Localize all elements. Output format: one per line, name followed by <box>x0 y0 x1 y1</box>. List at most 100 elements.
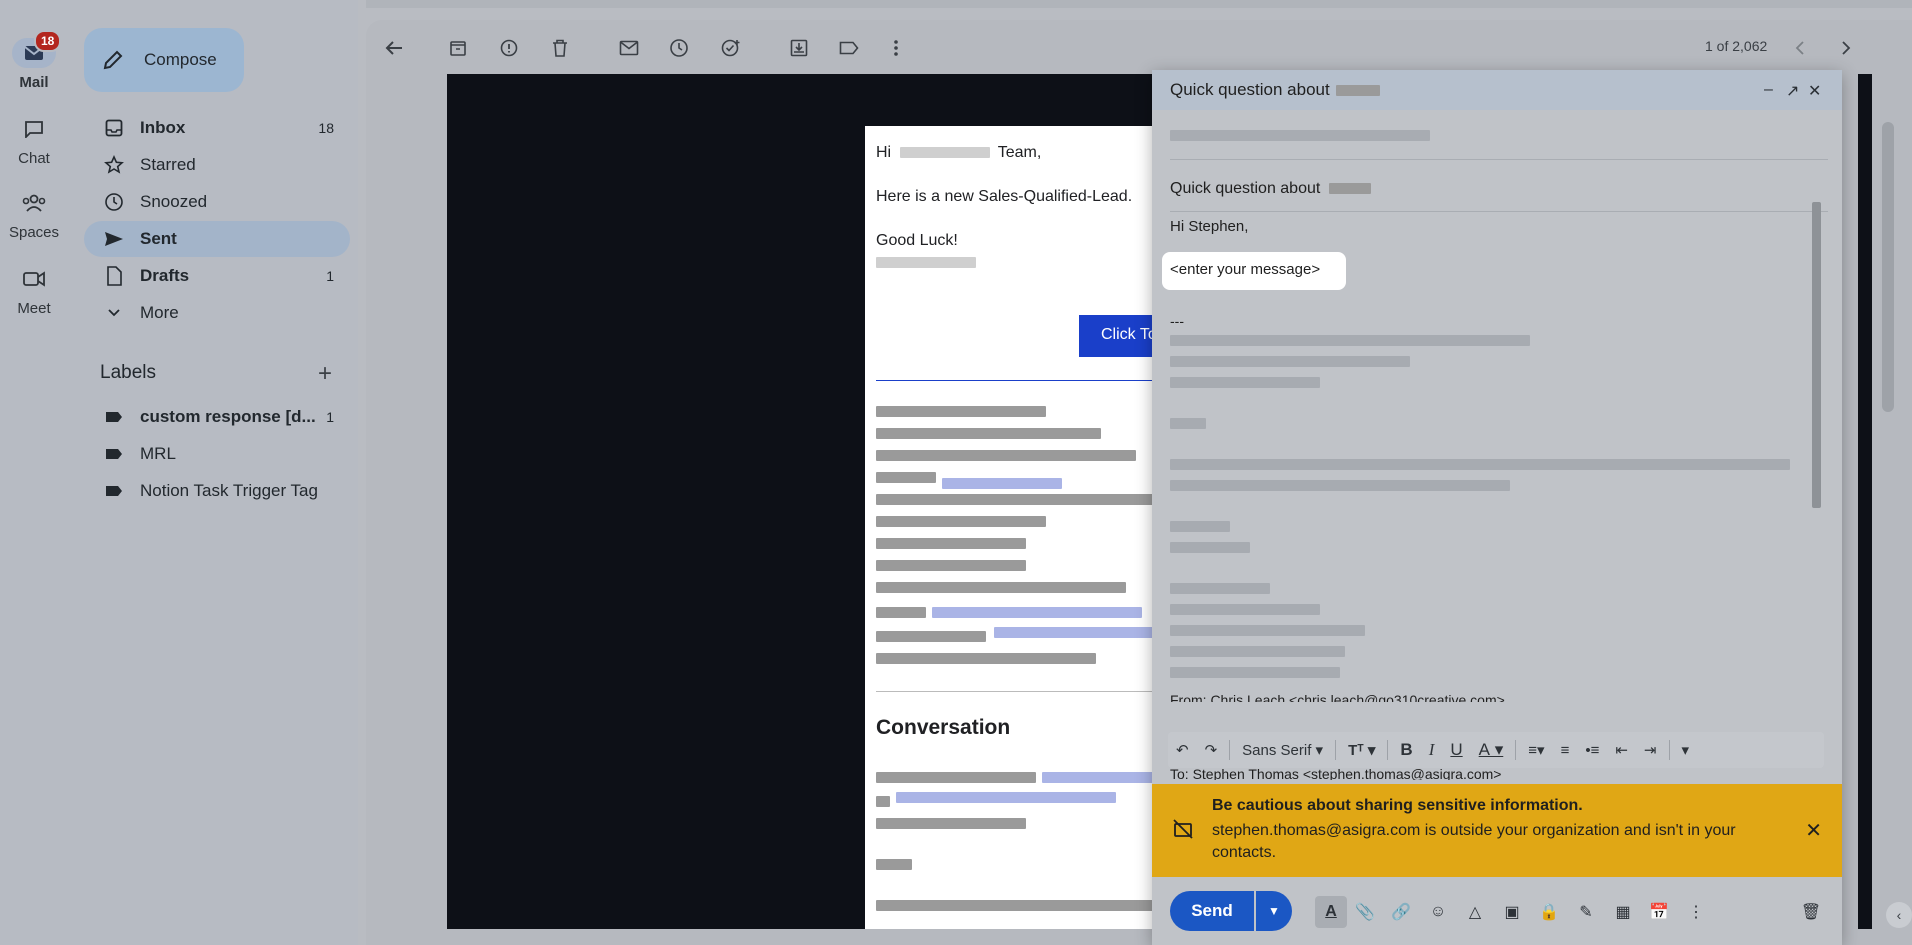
align-icon[interactable]: ≡▾ <box>1528 741 1544 759</box>
compose-window: Quick question about – ↗ ✕ Quick questio… <box>1152 70 1842 945</box>
minimize-icon[interactable]: – <box>1764 81 1773 99</box>
chat-icon <box>12 114 56 144</box>
sidebar-item-count: 1 <box>326 268 334 284</box>
dismiss-warning-icon[interactable]: ✕ <box>1805 818 1822 843</box>
schedule-icon[interactable]: 📅 <box>1646 899 1672 925</box>
message-placeholder[interactable]: <enter your message> <box>1162 252 1346 290</box>
label-name: Notion Task Trigger Tag <box>140 481 318 500</box>
sidebar-item-drafts[interactable]: Drafts 1 <box>84 258 350 294</box>
sidebar-item-label: More <box>140 303 179 322</box>
send-button[interactable]: Send <box>1170 891 1254 931</box>
text-size-icon[interactable]: Tᵀ ▾ <box>1348 741 1375 759</box>
recipients-field[interactable] <box>1170 122 1828 160</box>
discard-draft-icon[interactable]: 🗑 <box>1798 899 1824 925</box>
label-item[interactable]: custom response [d... 1 <box>84 399 350 435</box>
compose-button[interactable]: Compose <box>84 28 244 92</box>
mail-icon: 18 <box>12 30 62 68</box>
more-options-icon[interactable]: ⋮ <box>1683 899 1709 925</box>
labels-heading: Labels <box>100 362 156 383</box>
attach-file-icon[interactable]: 📎 <box>1352 899 1378 925</box>
send-options-icon[interactable]: ▼ <box>1256 891 1292 931</box>
more-formatting-icon[interactable]: ▾ <box>1682 741 1690 759</box>
move-to-icon[interactable] <box>785 34 813 62</box>
divider <box>876 691 1165 692</box>
prev-page-icon[interactable] <box>1786 34 1814 62</box>
dark-edge <box>1858 74 1872 929</box>
layouts-icon[interactable]: ▦ <box>1610 899 1636 925</box>
indent-less-icon[interactable]: ⇤ <box>1615 741 1628 759</box>
next-page-icon[interactable] <box>1832 34 1860 62</box>
add-label-icon[interactable]: + <box>318 360 332 388</box>
label-item[interactable]: Notion Task Trigger Tag <box>84 473 350 509</box>
formatting-options-icon[interactable]: A <box>1315 896 1347 928</box>
no-share-icon <box>1172 818 1194 845</box>
send-icon <box>102 231 126 247</box>
sidebar-item-snoozed[interactable]: Snoozed <box>84 184 350 220</box>
body-separator: --- <box>1170 313 1184 329</box>
indent-more-icon[interactable]: ⇥ <box>1644 741 1657 759</box>
label-icon <box>102 485 126 497</box>
redacted-text <box>1328 183 1371 195</box>
formatting-toolbar: ↶ ↷ Sans Serif ▾ Tᵀ ▾ B I U A ▾ ≡▾ ≡ •≡ … <box>1168 732 1824 768</box>
sidebar-item-starred[interactable]: Starred <box>84 147 350 183</box>
subject-field[interactable]: Quick question about <box>1170 168 1828 212</box>
redo-icon[interactable]: ↷ <box>1205 741 1218 759</box>
compose-scrollbar[interactable] <box>1812 202 1821 508</box>
underline-icon[interactable]: U <box>1450 740 1462 760</box>
quoted-to-line: To: Stephen Thomas <stephen.thomas@asigr… <box>1170 766 1502 780</box>
sidebar-item-more[interactable]: More <box>84 295 350 331</box>
insert-photo-icon[interactable]: ▣ <box>1499 899 1525 925</box>
snooze-icon[interactable] <box>665 34 693 62</box>
add-task-icon[interactable] <box>717 34 745 62</box>
app-rail: 18 Mail Chat Spaces Meet <box>0 0 68 945</box>
insert-link-icon[interactable]: 🔗 <box>1388 899 1414 925</box>
redacted-text <box>1335 84 1380 96</box>
emoji-icon[interactable]: ☺ <box>1425 899 1451 925</box>
warning-title: Be cautious about sharing sensitive info… <box>1212 797 1583 814</box>
send-toolbar: Send ▼ A 📎 🔗 ☺ △ ▣ 🔒 ✎ ▦ 📅 ⋮ 🗑 <box>1152 877 1842 945</box>
sidebar-item-label: Starred <box>140 155 196 174</box>
report-spam-icon[interactable] <box>495 34 523 62</box>
sidebar-item-label: Snoozed <box>140 192 208 211</box>
expand-icon[interactable]: ↗ <box>1786 81 1799 101</box>
confidential-mode-icon[interactable]: 🔒 <box>1536 899 1562 925</box>
font-select[interactable]: Sans Serif ▾ <box>1242 741 1323 760</box>
page-scrollbar[interactable] <box>1882 122 1894 412</box>
bold-icon[interactable]: B <box>1400 740 1412 760</box>
delete-icon[interactable] <box>546 34 574 62</box>
mark-unread-icon[interactable] <box>615 34 643 62</box>
rail-meet-label: Meet <box>17 300 51 317</box>
external-recipient-warning: Be cautious about sharing sensitive info… <box>1152 784 1842 877</box>
redacted-block <box>876 769 1165 911</box>
pagination-info: 1 of 2,062 <box>1705 38 1768 54</box>
compose-header[interactable]: Quick question about – ↗ ✕ <box>1152 70 1842 110</box>
sidebar-item-label: Inbox <box>140 118 186 137</box>
italic-icon[interactable]: I <box>1429 740 1435 760</box>
more-vert-icon[interactable] <box>882 34 910 62</box>
label-as-icon[interactable] <box>835 34 863 62</box>
rail-chat[interactable]: Chat <box>0 114 68 167</box>
star-icon <box>102 155 126 175</box>
rail-meet[interactable]: Meet <box>0 264 68 317</box>
rail-mail[interactable]: 18 Mail <box>0 30 68 91</box>
back-arrow-icon[interactable] <box>380 34 408 62</box>
close-icon[interactable]: ✕ <box>1808 81 1821 101</box>
text-color-icon[interactable]: A ▾ <box>1479 740 1504 760</box>
archive-icon[interactable] <box>444 34 472 62</box>
undo-icon[interactable]: ↶ <box>1176 741 1189 759</box>
side-panel-toggle-icon[interactable]: ‹ <box>1886 902 1912 928</box>
signature-icon[interactable]: ✎ <box>1573 899 1599 925</box>
rail-spaces[interactable]: Spaces <box>0 188 68 241</box>
clock-icon <box>102 192 126 212</box>
bulleted-list-icon[interactable]: •≡ <box>1585 742 1599 759</box>
sidebar-item-sent[interactable]: Sent <box>84 221 350 257</box>
divider <box>876 380 1165 381</box>
label-name: custom response [d... <box>140 407 316 426</box>
numbered-list-icon[interactable]: ≡ <box>1561 742 1570 759</box>
label-icon <box>102 448 126 460</box>
sidebar-item-inbox[interactable]: Inbox 18 <box>84 110 350 146</box>
font-select-label: Sans Serif <box>1242 741 1312 759</box>
drive-icon[interactable]: △ <box>1462 899 1488 925</box>
label-item[interactable]: MRL <box>84 436 350 472</box>
pencil-icon <box>102 49 124 71</box>
